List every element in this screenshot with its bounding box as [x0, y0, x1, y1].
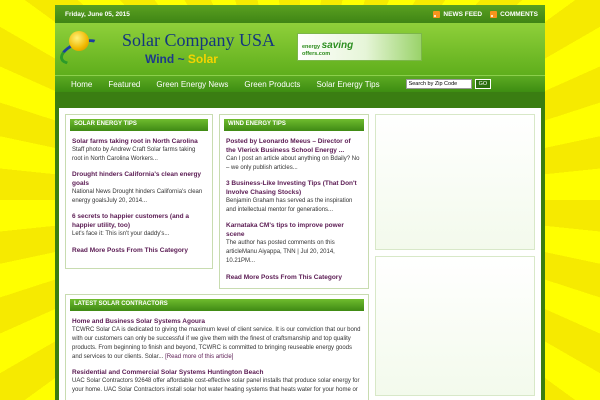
- banner-small: energy: [302, 44, 321, 50]
- wind-read-more-link[interactable]: Read More Posts From This Category: [220, 270, 368, 285]
- list-item: Drought hinders California's clean energ…: [66, 168, 212, 210]
- news-feed-link[interactable]: NEWS FEED: [433, 10, 483, 18]
- rss-icon: [490, 10, 498, 18]
- post-excerpt: Staff photo by Andrew Craft Solar farms …: [72, 147, 196, 162]
- go-button[interactable]: GO: [474, 79, 492, 89]
- post-excerpt: Can I post an article about anything on …: [226, 156, 360, 171]
- solar-read-more-link[interactable]: Read More Posts From This Category: [66, 243, 212, 258]
- post-excerpt: UAC Solar Contractors 92648 offer afford…: [72, 378, 360, 393]
- nav-home[interactable]: Home: [63, 80, 100, 89]
- post-title[interactable]: Drought hinders California's clean energ…: [72, 170, 206, 188]
- list-item: 3 Business-Like Investing Tips (That Don…: [220, 177, 368, 219]
- post-excerpt: The author has posted comments on this a…: [226, 240, 335, 264]
- post-title[interactable]: Residential and Commercial Solar Systems…: [72, 368, 362, 377]
- nav-solar-energy-tips[interactable]: Solar Energy Tips: [308, 80, 387, 89]
- solar-tips-box: SOLAR ENERGY TIPS Solar farms taking roo…: [65, 114, 213, 269]
- contractors-heading: LATEST SOLAR CONTRACTORS: [70, 299, 364, 311]
- tagline-wind: Wind: [145, 52, 175, 66]
- page-wrapper: Friday, June 05, 2015 NEWS FEED COMMENTS…: [55, 5, 545, 400]
- read-more-article-link[interactable]: [Read more of this article]: [165, 354, 233, 360]
- sidebar-ad-bottom: [375, 256, 535, 396]
- list-item: Karnataka CM's tips to improve power sce…: [220, 219, 368, 270]
- post-title[interactable]: Solar farms taking root in North Carolin…: [72, 137, 206, 146]
- sidebar-ad-top: [375, 114, 535, 250]
- content-area: SOLAR ENERGY TIPS Solar farms taking roo…: [59, 108, 541, 400]
- post-excerpt: TCWRC Solar CA is dedicated to giving th…: [72, 326, 362, 362]
- top-bar: Friday, June 05, 2015 NEWS FEED COMMENTS: [55, 5, 545, 23]
- post-excerpt: Benjamin Graham has served as the inspir…: [226, 198, 353, 213]
- nav-featured[interactable]: Featured: [100, 80, 148, 89]
- post-excerpt: Let's face it: This isn't your daddy's..…: [72, 231, 170, 237]
- list-item: 6 secrets to happier customers (and a ha…: [66, 210, 212, 243]
- nav-green-energy-news[interactable]: Green Energy News: [148, 80, 236, 89]
- tagline-solar: Solar: [187, 52, 218, 66]
- post-title[interactable]: 6 secrets to happier customers (and a ha…: [72, 212, 206, 230]
- site-header: Solar Company USA Wind ~ Solar energy sa…: [55, 23, 545, 75]
- tagline-separator: ~: [177, 52, 185, 66]
- comments-feed-link[interactable]: COMMENTS: [490, 10, 538, 18]
- comments-label: COMMENTS: [500, 10, 538, 18]
- post-title[interactable]: Karnataka CM's tips to improve power sce…: [226, 221, 362, 239]
- wind-tips-box: WIND ENERGY TIPS Posted by Leonardo Meeu…: [219, 114, 369, 289]
- news-feed-label: NEWS FEED: [443, 10, 483, 18]
- site-title[interactable]: Solar Company USA: [122, 30, 275, 51]
- banner-text: energy saving offers.com: [302, 40, 353, 57]
- energy-saving-banner[interactable]: energy saving offers.com: [297, 33, 422, 61]
- list-item: Solar farms taking root in North Carolin…: [66, 135, 212, 168]
- site-tagline: Wind ~ Solar: [145, 52, 218, 66]
- post-title[interactable]: 3 Business-Like Investing Tips (That Don…: [226, 179, 362, 197]
- logo-sun-icon: [69, 31, 89, 51]
- rss-icon: [433, 10, 441, 18]
- current-date: Friday, June 05, 2015: [65, 10, 130, 18]
- solar-tips-heading: SOLAR ENERGY TIPS: [70, 119, 208, 131]
- banner-big: saving: [321, 40, 354, 51]
- contractors-box: LATEST SOLAR CONTRACTORS Home and Busine…: [65, 294, 369, 400]
- list-item: Home and Business Solar Systems Agoura T…: [66, 315, 368, 366]
- post-title[interactable]: Home and Business Solar Systems Agoura: [72, 317, 362, 326]
- list-item: Posted by Leonardo Meeus – Director of t…: [220, 135, 368, 177]
- zip-search: GO: [405, 79, 492, 89]
- wind-tips-heading: WIND ENERGY TIPS: [224, 119, 364, 131]
- main-navigation: Home Featured Green Energy News Green Pr…: [55, 75, 545, 92]
- banner-site: offers.com: [302, 51, 331, 57]
- zip-search-input[interactable]: [405, 79, 472, 89]
- nav-green-products[interactable]: Green Products: [236, 80, 308, 89]
- post-title[interactable]: Posted by Leonardo Meeus – Director of t…: [226, 137, 362, 155]
- list-item: Residential and Commercial Solar Systems…: [66, 366, 368, 399]
- post-excerpt: National News Drought hinders California…: [72, 189, 203, 204]
